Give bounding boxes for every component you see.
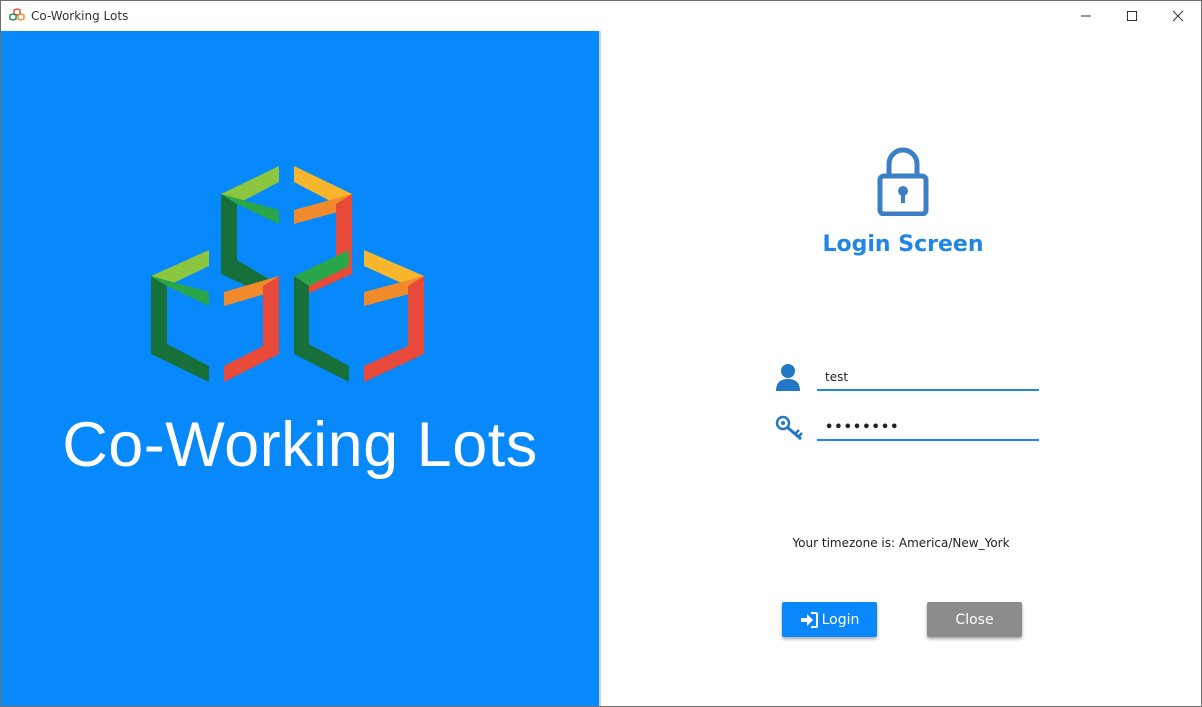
- close-icon: [1172, 10, 1184, 22]
- app-window: Co-Working Lots Co-Working Lots Login Sc…: [0, 0, 1202, 707]
- login-title: Login Screen: [822, 232, 984, 257]
- brand-panel: Co-Working Lots: [1, 31, 599, 706]
- title-bar[interactable]: Co-Working Lots: [1, 1, 1201, 31]
- lock-icon: [877, 147, 929, 216]
- user-icon: [776, 364, 800, 391]
- window-title: Co-Working Lots: [31, 9, 129, 23]
- login-button-label: Login: [821, 611, 860, 628]
- close-button-label: Close: [955, 611, 994, 628]
- minimize-icon: [1081, 15, 1091, 17]
- password-field[interactable]: [817, 415, 1039, 441]
- key-icon: [775, 415, 803, 441]
- close-window-button[interactable]: [1155, 1, 1201, 31]
- stacked-cubes-logo: [151, 166, 424, 382]
- login-button[interactable]: Login: [782, 602, 877, 637]
- close-button[interactable]: Close: [927, 602, 1022, 637]
- app-logo-icon: [9, 8, 25, 21]
- maximize-button[interactable]: [1109, 1, 1155, 31]
- username-field[interactable]: [817, 365, 1039, 391]
- maximize-icon: [1127, 11, 1137, 21]
- brand-name: Co-Working Lots: [62, 410, 538, 480]
- sign-in-icon: [800, 611, 818, 628]
- timezone-label: Your timezone is: America/New_York: [792, 536, 1010, 550]
- panel-divider: [599, 31, 601, 706]
- minimize-button[interactable]: [1063, 1, 1109, 31]
